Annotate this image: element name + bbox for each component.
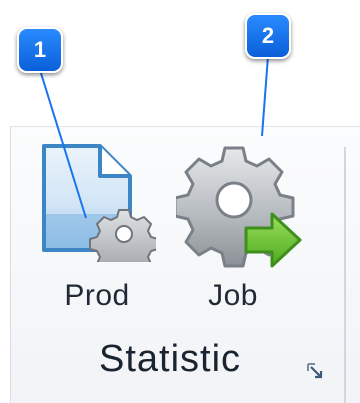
- dialog-launcher-icon: [307, 363, 323, 379]
- callout-marker-2: 2: [245, 13, 291, 59]
- job-button-label: Job: [208, 279, 258, 312]
- prod-button-label: Prod: [64, 279, 130, 312]
- callout-marker-1: 1: [17, 27, 63, 73]
- job-button[interactable]: Job: [170, 136, 310, 336]
- ribbon-group-divider: [344, 147, 346, 403]
- production-report-gear-icon: [42, 144, 156, 262]
- job-gear-arrow-icon: [176, 146, 302, 268]
- dialog-launcher-button[interactable]: [306, 362, 326, 382]
- ribbon-group-label: Statistic: [98, 338, 242, 380]
- prod-button[interactable]: Prod: [30, 136, 170, 336]
